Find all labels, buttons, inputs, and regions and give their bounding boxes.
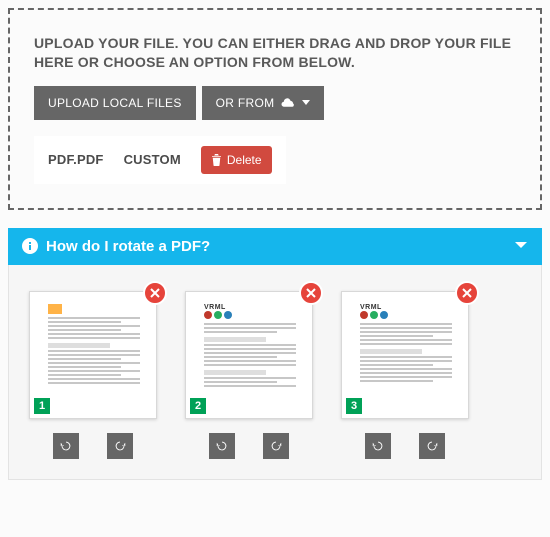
trash-icon: [211, 154, 222, 166]
delete-label: Delete: [227, 153, 262, 167]
caret-down-icon: [302, 100, 310, 105]
rotate-cw-button[interactable]: [263, 433, 289, 459]
page-preview: [42, 300, 146, 412]
cloud-icon: [280, 98, 296, 108]
upload-cloud-button[interactable]: OR FROM: [202, 86, 325, 120]
help-accordion-header[interactable]: How do I rotate a PDF?: [8, 228, 542, 265]
rotate-cw-icon: [113, 439, 127, 453]
remove-page-button[interactable]: [143, 281, 167, 305]
rotate-cw-button[interactable]: [419, 433, 445, 459]
remove-page-button[interactable]: [299, 281, 323, 305]
page-thumbnail[interactable]: VRML 3: [341, 291, 469, 419]
remove-page-button[interactable]: [455, 281, 479, 305]
rotate-controls: [185, 433, 313, 459]
rotate-ccw-button[interactable]: [209, 433, 235, 459]
page-thumbnail[interactable]: VRML 2: [185, 291, 313, 419]
upload-cloud-label: OR FROM: [216, 96, 275, 110]
info-icon: [22, 238, 38, 254]
rotate-cw-icon: [425, 439, 439, 453]
rotate-controls: [341, 433, 469, 459]
rotate-cw-icon: [269, 439, 283, 453]
uploaded-file-row: PDF.PDF CUSTOM Delete: [34, 136, 286, 184]
rotate-ccw-icon: [215, 439, 229, 453]
upload-instruction: UPLOAD YOUR FILE. YOU CAN EITHER DRAG AN…: [34, 34, 516, 72]
page-number-badge: 3: [346, 398, 362, 414]
delete-button[interactable]: Delete: [201, 146, 272, 174]
page-thumbnail[interactable]: 1: [29, 291, 157, 419]
close-icon: [462, 288, 472, 298]
upload-button-row: UPLOAD LOCAL FILES OR FROM: [34, 86, 516, 120]
file-tag: CUSTOM: [124, 152, 181, 167]
page-preview: VRML: [354, 300, 458, 412]
close-icon: [150, 288, 160, 298]
rotate-cw-button[interactable]: [107, 433, 133, 459]
page-thumbnails-area: 1 VRML 2: [8, 265, 542, 480]
page-slot: VRML 2: [185, 291, 313, 459]
upload-local-button[interactable]: UPLOAD LOCAL FILES: [34, 86, 196, 120]
rotate-ccw-icon: [59, 439, 73, 453]
rotate-ccw-button[interactable]: [365, 433, 391, 459]
upload-dropzone[interactable]: UPLOAD YOUR FILE. YOU CAN EITHER DRAG AN…: [8, 8, 542, 210]
rotate-controls: [29, 433, 157, 459]
rotate-ccw-button[interactable]: [53, 433, 79, 459]
file-name: PDF.PDF: [48, 152, 104, 167]
page-number-badge: 1: [34, 398, 50, 414]
page-number-badge: 2: [190, 398, 206, 414]
page-preview: VRML: [198, 300, 302, 412]
close-icon: [306, 288, 316, 298]
accordion-title: How do I rotate a PDF?: [46, 238, 210, 255]
chevron-down-icon: [514, 241, 528, 251]
page-slot: VRML 3: [341, 291, 469, 459]
rotate-ccw-icon: [371, 439, 385, 453]
page-slot: 1: [29, 291, 157, 459]
